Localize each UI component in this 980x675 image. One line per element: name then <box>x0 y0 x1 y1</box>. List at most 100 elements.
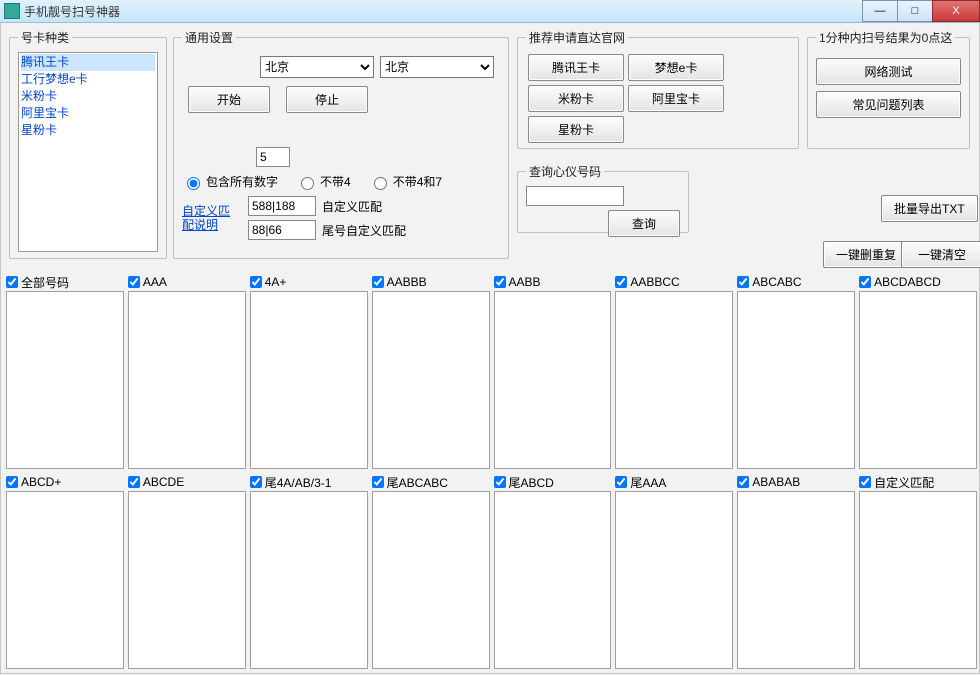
filter-label: 全部号码 <box>21 274 69 291</box>
result-listbox[interactable] <box>737 491 855 669</box>
result-listbox[interactable] <box>250 291 368 469</box>
filter-label: AABB <box>509 275 541 289</box>
result-listbox[interactable] <box>615 291 733 469</box>
filter-checkbox[interactable] <box>859 276 871 288</box>
filter-label: 4A+ <box>265 275 287 289</box>
radio-no4-input[interactable] <box>301 177 314 190</box>
list-item[interactable]: 星粉卡 <box>21 122 155 139</box>
result-listbox[interactable] <box>128 491 246 669</box>
filter-checkbox[interactable] <box>6 476 18 488</box>
recommend-xing-button[interactable]: 星粉卡 <box>528 116 624 143</box>
cardtypes-listbox[interactable]: 腾讯王卡 工行梦想e卡 米粉卡 阿里宝卡 星粉卡 <box>18 52 158 252</box>
result-cell: 尾ABCABC <box>372 473 490 669</box>
filter-label: ABCDE <box>143 475 184 489</box>
filter-checkbox[interactable] <box>250 276 262 288</box>
cardtypes-group: 号卡种类 腾讯王卡 工行梦想e卡 米粉卡 阿里宝卡 星粉卡 <box>9 29 167 259</box>
result-cell: ABCDE <box>128 473 246 669</box>
filter-label: ABCDABCD <box>874 275 941 289</box>
filter-checkbox[interactable] <box>372 276 384 288</box>
radio-no47[interactable]: 不带4和7 <box>369 173 442 190</box>
filter-checkbox[interactable] <box>6 276 18 288</box>
query-input[interactable] <box>526 186 624 206</box>
recommend-mi-button[interactable]: 米粉卡 <box>528 85 624 112</box>
filter-checkbox[interactable] <box>250 476 262 488</box>
result-listbox[interactable] <box>615 491 733 669</box>
minimize-button[interactable]: — <box>862 0 898 22</box>
result-cell-head: AABBB <box>372 273 490 291</box>
filter-label: 尾ABCABC <box>387 474 448 491</box>
result-listbox[interactable] <box>6 291 124 469</box>
result-listbox[interactable] <box>372 491 490 669</box>
onemin-legend: 1分种内扫号结果为0点这 <box>816 29 955 46</box>
result-cell-head: 尾AAA <box>615 473 733 491</box>
count-input[interactable] <box>256 147 290 167</box>
filter-checkbox[interactable] <box>859 476 871 488</box>
filter-checkbox[interactable] <box>128 476 140 488</box>
start-button[interactable]: 开始 <box>188 86 270 113</box>
result-cell: AAA <box>128 273 246 469</box>
result-listbox[interactable] <box>494 491 612 669</box>
city-select[interactable]: 北京 <box>380 56 494 78</box>
province-select[interactable]: 北京 <box>260 56 374 78</box>
maximize-button[interactable]: □ <box>897 0 933 22</box>
filter-checkbox[interactable] <box>494 276 506 288</box>
list-item[interactable]: 米粉卡 <box>21 88 155 105</box>
result-listbox[interactable] <box>859 291 977 469</box>
result-cell-head: 自定义匹配 <box>859 473 977 491</box>
result-listbox[interactable] <box>372 291 490 469</box>
radio-no4[interactable]: 不带4 <box>296 173 351 190</box>
filter-label: ABCABC <box>752 275 801 289</box>
filter-label: 尾4A/AB/3-1 <box>265 474 332 491</box>
filter-checkbox[interactable] <box>737 476 749 488</box>
list-item[interactable]: 阿里宝卡 <box>21 105 155 122</box>
custom-match-help-link2[interactable]: 配说明 <box>182 218 242 232</box>
filter-label: ABABAB <box>752 475 800 489</box>
result-cell-head: ABCDE <box>128 473 246 491</box>
result-cell: ABCABC <box>737 273 855 469</box>
result-cell: 尾AAA <box>615 473 733 669</box>
filter-checkbox[interactable] <box>615 276 627 288</box>
filter-label: ABCD+ <box>21 475 61 489</box>
result-listbox[interactable] <box>250 491 368 669</box>
query-button[interactable]: 查询 <box>608 210 680 237</box>
general-legend: 通用设置 <box>182 29 236 46</box>
custom-match-help-link[interactable]: 自定义匹 <box>182 204 242 218</box>
custom-match1-input[interactable] <box>248 196 316 216</box>
recommend-ali-button[interactable]: 阿里宝卡 <box>628 85 724 112</box>
result-cell-head: 尾ABCD <box>494 473 612 491</box>
export-txt-button[interactable]: 批量导出TXT <box>881 195 978 222</box>
close-button[interactable]: X <box>932 0 980 22</box>
result-listbox[interactable] <box>128 291 246 469</box>
window-title: 手机靓号扫号神器 <box>24 3 120 20</box>
filter-checkbox[interactable] <box>494 476 506 488</box>
custom-match2-input[interactable] <box>248 220 316 240</box>
network-test-button[interactable]: 网络测试 <box>816 58 961 85</box>
grid-row-1: 全部号码AAA4A+AABBBAABBAABBCCABCABCABCDABCD <box>6 273 977 469</box>
result-cell-head: 尾4A/AB/3-1 <box>250 473 368 491</box>
result-cell-head: ABCD+ <box>6 473 124 491</box>
dedupe-button[interactable]: 一键删重复 <box>823 241 909 268</box>
radio-all[interactable]: 包含所有数字 <box>182 173 278 190</box>
result-listbox[interactable] <box>494 291 612 469</box>
list-item[interactable]: 工行梦想e卡 <box>21 71 155 88</box>
app-body: 号卡种类 腾讯王卡 工行梦想e卡 米粉卡 阿里宝卡 星粉卡 通用设置 北京 北京… <box>0 23 980 674</box>
filter-checkbox[interactable] <box>372 476 384 488</box>
list-item[interactable]: 腾讯王卡 <box>21 54 155 71</box>
result-listbox[interactable] <box>859 491 977 669</box>
radio-no47-input[interactable] <box>374 177 387 190</box>
faq-button[interactable]: 常见问题列表 <box>816 91 961 118</box>
result-cell-head: AAA <box>128 273 246 291</box>
recommend-dream-button[interactable]: 梦想e卡 <box>628 54 724 81</box>
result-listbox[interactable] <box>6 491 124 669</box>
result-cell: ABCDABCD <box>859 273 977 469</box>
recommend-tencent-button[interactable]: 腾讯王卡 <box>528 54 624 81</box>
clear-all-button[interactable]: 一键清空 <box>901 241 980 268</box>
query-group: 查询心仪号码 查询 <box>517 163 689 233</box>
filter-checkbox[interactable] <box>615 476 627 488</box>
filter-checkbox[interactable] <box>128 276 140 288</box>
stop-button[interactable]: 停止 <box>286 86 368 113</box>
filter-checkbox[interactable] <box>737 276 749 288</box>
result-cell-head: AABB <box>494 273 612 291</box>
radio-all-input[interactable] <box>187 177 200 190</box>
result-listbox[interactable] <box>737 291 855 469</box>
